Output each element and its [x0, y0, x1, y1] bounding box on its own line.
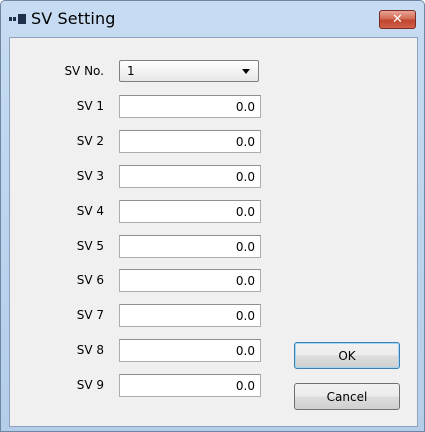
sv-setting-dialog: SV Setting ✕ SV No. 1 SV 1 SV 2 SV 3 SV … [0, 0, 425, 432]
sv-1-input[interactable] [119, 95, 261, 118]
chevron-down-icon [242, 69, 250, 74]
sv-3-input[interactable] [119, 165, 261, 188]
dialog-body: SV No. 1 SV 1 SV 2 SV 3 SV 4 SV 5 SV 6 S… [9, 37, 418, 427]
sv-no-label: SV No. [64, 64, 104, 78]
close-button[interactable]: ✕ [379, 10, 416, 29]
sv-7-input[interactable] [119, 304, 261, 327]
title-bar[interactable]: SV Setting ✕ [1, 1, 424, 37]
sv-5-label: SV 5 [76, 239, 104, 253]
sv-4-label: SV 4 [76, 204, 104, 218]
sv-2-input[interactable] [119, 130, 261, 153]
sv-8-input[interactable] [119, 339, 261, 362]
sv-no-selected-value: 1 [127, 64, 135, 78]
app-window-icon [9, 14, 27, 24]
sv-2-label: SV 2 [76, 134, 104, 148]
sv-3-label: SV 3 [76, 169, 104, 183]
sv-4-input[interactable] [119, 200, 261, 223]
sv-6-input[interactable] [119, 269, 261, 292]
sv-8-label: SV 8 [76, 343, 104, 357]
sv-1-label: SV 1 [76, 99, 104, 113]
sv-no-select[interactable]: 1 [119, 60, 259, 82]
sv-6-label: SV 6 [76, 273, 104, 287]
cancel-button[interactable]: Cancel [294, 383, 400, 410]
sv-7-label: SV 7 [76, 308, 104, 322]
close-icon: ✕ [392, 12, 403, 27]
sv-5-input[interactable] [119, 235, 261, 258]
sv-9-label: SV 9 [76, 378, 104, 392]
ok-button[interactable]: OK [294, 342, 400, 369]
sv-9-input[interactable] [119, 374, 261, 397]
window-title: SV Setting [31, 9, 116, 28]
